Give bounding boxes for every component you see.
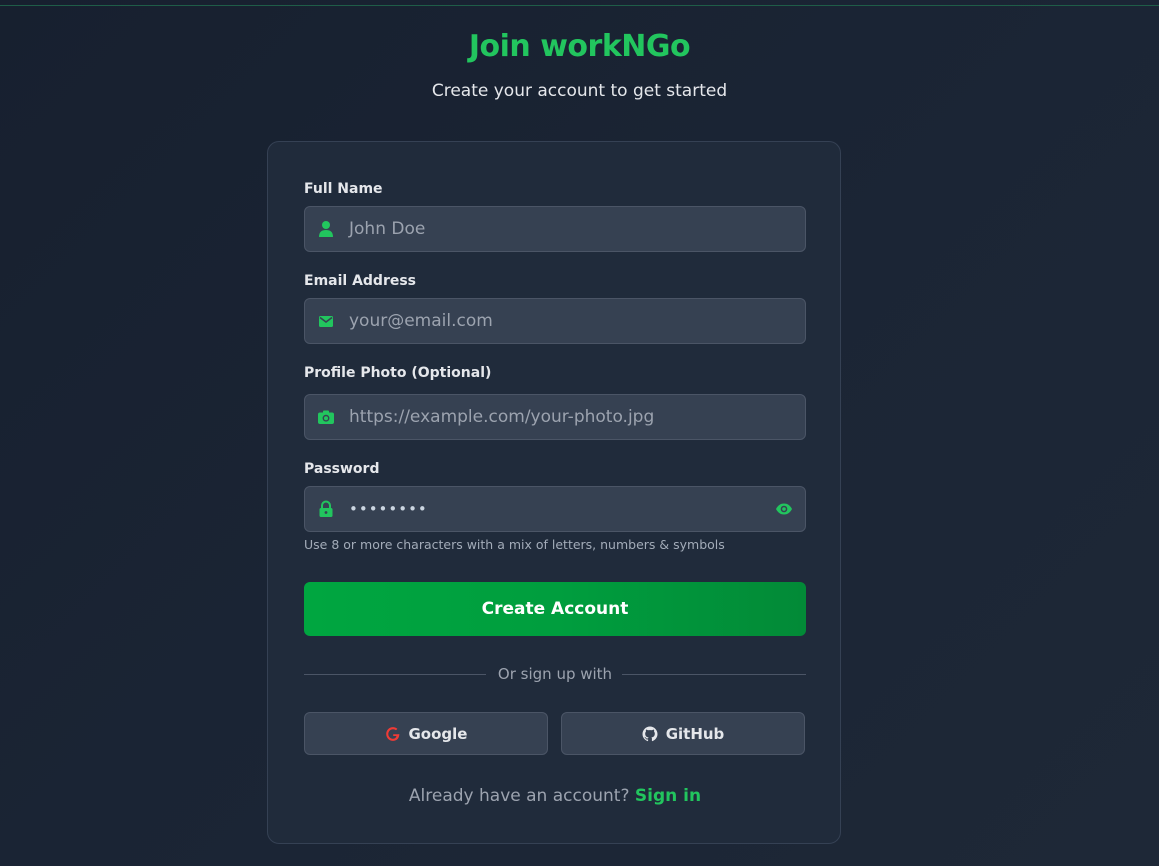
email-label: Email Address — [304, 273, 417, 289]
photo-url-field[interactable]: https://example.com/your-photo.jpg — [304, 394, 806, 440]
password-label: Password — [304, 461, 380, 477]
camera-icon — [317, 408, 335, 426]
full-name-field[interactable]: John Doe — [304, 206, 806, 252]
create-account-button[interactable]: Create Account — [304, 582, 806, 636]
password-field[interactable]: •••••••• — [304, 486, 806, 532]
google-signup-button[interactable]: Google — [304, 712, 548, 755]
page-title: Join workNGo — [468, 29, 691, 64]
signup-card: Full Name John Doe Email Address your@em… — [267, 141, 841, 844]
photo-url-placeholder: https://example.com/your-photo.jpg — [349, 407, 655, 427]
password-value: •••••••• — [349, 500, 428, 518]
eye-icon[interactable] — [775, 501, 793, 517]
signin-link[interactable]: Sign in — [635, 786, 701, 806]
full-name-placeholder: John Doe — [349, 219, 426, 239]
google-icon — [385, 726, 401, 742]
lock-icon — [317, 500, 335, 518]
user-icon — [317, 220, 335, 238]
password-hint: Use 8 or more characters with a mix of l… — [304, 537, 725, 552]
email-field[interactable]: your@email.com — [304, 298, 806, 344]
github-signup-button[interactable]: GitHub — [561, 712, 805, 755]
full-name-label: Full Name — [304, 181, 383, 197]
top-accent-line — [0, 5, 1159, 6]
mail-icon — [317, 312, 335, 330]
social-divider: Or sign up with — [304, 664, 806, 684]
photo-label: Profile Photo (Optional) — [304, 365, 492, 381]
page-subtitle: Create your account to get started — [431, 81, 728, 101]
github-icon — [642, 726, 658, 742]
github-button-label: GitHub — [665, 724, 725, 743]
page-header: Join workNGo Create your account to get … — [0, 26, 1159, 102]
signin-row: Already have an account? Sign in — [268, 784, 842, 808]
signin-prompt: Already have an account? — [408, 786, 630, 806]
google-button-label: Google — [408, 724, 468, 743]
email-placeholder: your@email.com — [349, 311, 493, 331]
divider-text: Or sign up with — [487, 665, 623, 683]
